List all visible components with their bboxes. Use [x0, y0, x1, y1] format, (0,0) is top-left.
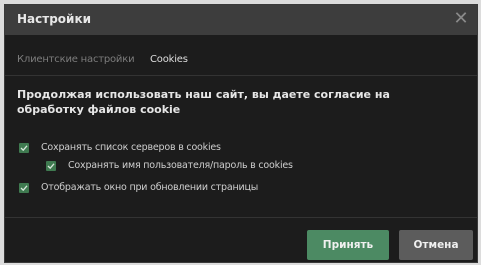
- tab-bar: Клиентские настройки Cookies: [5, 35, 477, 76]
- dialog-titlebar: Настройки ✕: [5, 5, 477, 35]
- checkmark-icon: [47, 163, 55, 170]
- settings-dialog: Настройки ✕ Клиентские настройки Cookies…: [4, 4, 478, 263]
- tab-cookies[interactable]: Cookies: [150, 54, 188, 65]
- option-label: Отображать окно при обновлении страницы: [41, 182, 259, 193]
- cancel-button[interactable]: Отмена: [399, 230, 473, 260]
- option-label: Сохранять список серверов в cookies: [41, 142, 221, 153]
- option-label: Сохранять имя пользователя/пароль в cook…: [68, 160, 293, 171]
- dialog-title: Настройки: [17, 12, 92, 26]
- checkbox-show-on-refresh[interactable]: [19, 183, 29, 193]
- checkbox-save-server-list[interactable]: [19, 143, 29, 153]
- cookie-consent-notice: Продолжая использовать наш сайт, вы дает…: [17, 88, 390, 116]
- dialog-footer: Принять Отмена: [5, 217, 477, 262]
- accept-button[interactable]: Принять: [307, 230, 389, 260]
- close-icon[interactable]: ✕: [451, 9, 471, 29]
- checkmark-icon: [20, 185, 28, 192]
- tab-client-settings[interactable]: Клиентские настройки: [17, 54, 135, 65]
- checkbox-save-credentials[interactable]: [46, 161, 56, 171]
- checkmark-icon: [20, 145, 28, 152]
